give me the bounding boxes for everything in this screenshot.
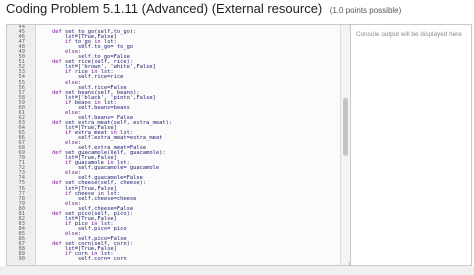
scrollbar-thumb[interactable] bbox=[343, 98, 348, 156]
code-editor[interactable]: 44 45 def set_to_go(self,to_go): 46 lst=[T… bbox=[6, 24, 350, 266]
editor-vertical-scrollbar[interactable] bbox=[342, 26, 350, 262]
code-lines[interactable]: 44 45 def set_to_go(self,to_go): 46 lst=[T… bbox=[7, 25, 341, 262]
problem-title: Coding Problem 5.1.11 (Advanced) (Extern… bbox=[6, 1, 323, 16]
bottom-bar bbox=[0, 266, 474, 275]
console-output-panel: Console output will be displayed here bbox=[350, 24, 472, 266]
code-text[interactable]: self.corn= corn bbox=[39, 256, 127, 262]
output-toolbar bbox=[352, 16, 472, 29]
problem-title-bar: Coding Problem 5.1.11 (Advanced) (Extern… bbox=[6, 0, 401, 16]
code-line[interactable]: 90 self.corn= corn bbox=[7, 256, 341, 263]
console-placeholder: Console output will be displayed here bbox=[356, 31, 462, 38]
line-number: 90 bbox=[18, 256, 26, 263]
points-possible: (1.0 points possible) bbox=[329, 6, 402, 15]
